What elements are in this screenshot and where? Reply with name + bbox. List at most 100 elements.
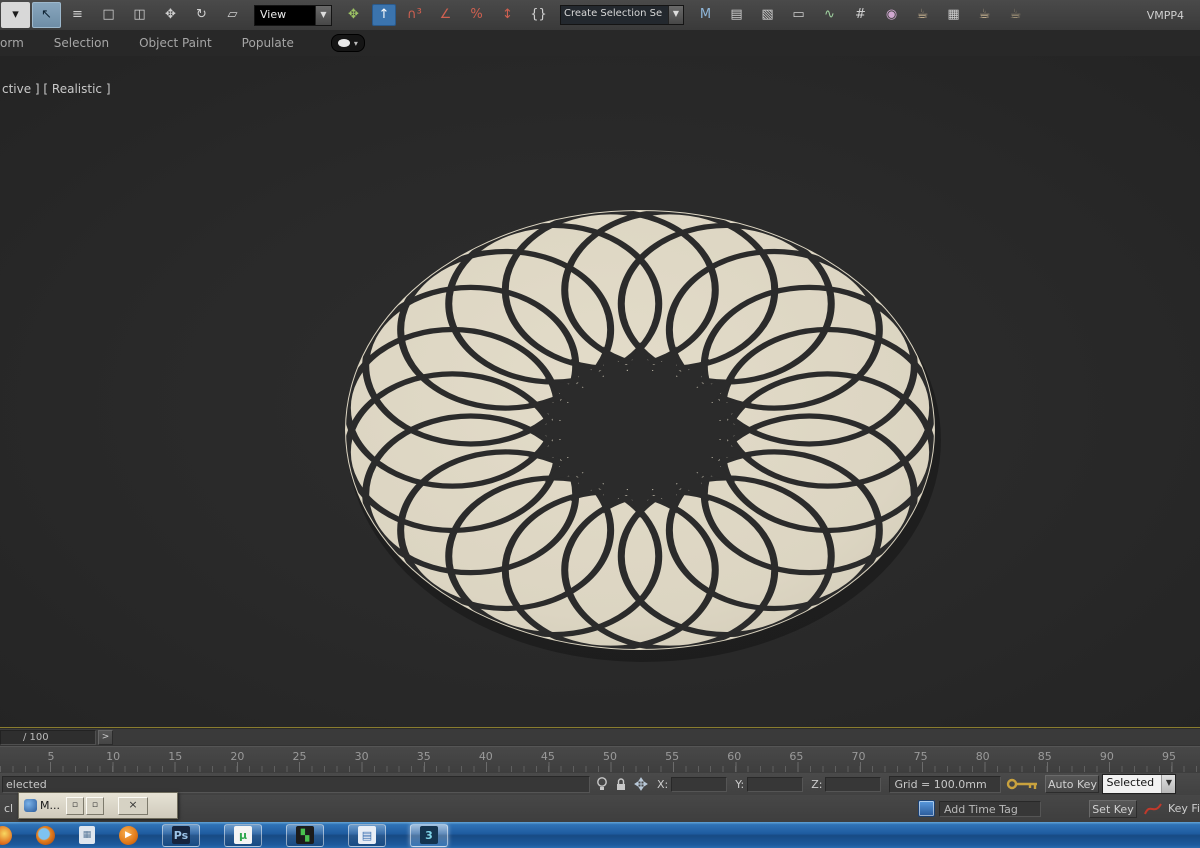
chevron-down-icon[interactable]: ▼ [315, 5, 331, 25]
time-slider-row: / 100 > [0, 729, 1200, 746]
next-frame-button[interactable]: > [98, 729, 113, 745]
isolate-selection-icon[interactable] [595, 776, 609, 792]
ruler-tick-label: 60 [727, 749, 742, 763]
window-crossing-icon[interactable]: ◫ [125, 2, 154, 28]
ruler-tick-label: 50 [603, 749, 618, 763]
select-object-icon[interactable]: ↖ [32, 2, 61, 28]
select-and-rotate-icon[interactable]: ↻ [187, 2, 216, 28]
render-setup-icon[interactable]: ☕ [908, 2, 937, 28]
ruler-tick-label: 20 [230, 749, 245, 763]
track-bar[interactable]: 5 10 15 20 25 30 35 40 45 50 55 60 65 70 75 80 85 90 95 [0, 746, 1200, 774]
mini-window[interactable]: M... ▫ ▫ × [18, 792, 178, 819]
main-toolbar: ▾ ↖ ≡ □ ◫ ✥ ↻ ▱ View ▼ ✥ ↑ ∩³ ∠% ↕{} Create Selecti… [0, 0, 1200, 31]
absolute-mode-icon[interactable] [633, 776, 649, 792]
render-production-icon[interactable]: ☕ [970, 2, 999, 28]
material-editor-icon[interactable]: ◉ [877, 2, 906, 28]
time-slider-track[interactable] [113, 729, 1200, 745]
rendered-frame-window-icon[interactable]: ▦ [939, 2, 968, 28]
ruler-tick-label: 5 [47, 749, 55, 763]
snaps-toggle-icon[interactable]: ∩³ [400, 2, 429, 28]
select-by-name-icon[interactable]: ≡ [63, 2, 92, 28]
key-filters-button[interactable]: Key Fi [1168, 802, 1200, 815]
toolbar-group-render: M ▤ ▧ ▭ ∿ # ◉ ☕ ▦ ☕ ☕ [690, 2, 1031, 28]
app-window: ▾ ↖ ≡ □ ◫ ✥ ↻ ▱ View ▼ ✥ ↑ ∩³ ∠% ↕{} Create Selecti… [0, 0, 1200, 848]
auto-key-button[interactable]: Auto Key [1045, 775, 1100, 793]
y-coordinate-label: Y: [735, 777, 745, 791]
graphite-toggle-icon[interactable]: ▭ [784, 2, 813, 28]
ruler-tick-label: 55 [665, 749, 680, 763]
windows-taskbar: ▦ ▶ Ps µ ▚ ▤ 3 [0, 822, 1200, 848]
viewport-label[interactable]: ctive ] [ Realistic ] [2, 82, 111, 96]
selection-region-icon[interactable]: □ [94, 2, 123, 28]
z-coordinate-label: Z: [811, 777, 823, 791]
ruler-tick-label: 10 [106, 749, 121, 763]
green-app-icon: ▚ [296, 826, 314, 844]
tab-object-paint[interactable]: Object Paint [124, 36, 227, 50]
viewport-canvas[interactable] [0, 56, 1200, 728]
z-coordinate-field[interactable] [825, 776, 882, 792]
y-coordinate-field[interactable] [747, 776, 804, 792]
set-key-button[interactable]: Set Key [1088, 799, 1137, 818]
ribbon-options-button[interactable]: ▾ [330, 34, 365, 52]
taskbar-item-3dsmax-app[interactable]: 3 [410, 823, 448, 847]
curve-editor-icon[interactable]: ∿ [815, 2, 844, 28]
utorrent-icon: µ [234, 826, 252, 844]
status-bar: elected X: Y: Z: Grid = 100.0mm Auto Key… [0, 773, 1200, 795]
taskbar-item-calculator[interactable]: ▦ [79, 826, 95, 844]
mirror-icon[interactable]: M [691, 2, 720, 28]
time-tag-icon[interactable] [917, 800, 935, 817]
taskbar-item-edge-app[interactable] [0, 825, 12, 845]
keyboard-app-icon: ▤ [358, 826, 376, 844]
ruler-tick-label: 95 [1162, 749, 1177, 763]
key-icon [1006, 776, 1040, 792]
schematic-view-icon[interactable]: # [846, 2, 875, 28]
tab-selection[interactable]: Selection [39, 36, 124, 50]
set-key-mode-icon[interactable] [1142, 800, 1164, 818]
taskbar-item-photoshop[interactable]: Ps [162, 823, 200, 847]
ribbon-logo-icon [337, 39, 350, 47]
percent-snap-icon[interactable]: % [462, 2, 491, 28]
flyout-partial-icon[interactable]: ▾ [1, 2, 30, 28]
angle-snap-icon[interactable]: ∠ [431, 2, 460, 28]
ruler-tick-label: 35 [416, 749, 431, 763]
layer-manager-icon[interactable]: ▧ [753, 2, 782, 28]
ruler-tick-label: 70 [851, 749, 866, 763]
render-iterative-icon[interactable]: ☕ [1001, 2, 1030, 28]
ruler-tick-label: 65 [789, 749, 804, 763]
edit-named-selection-sets-icon[interactable]: {} [524, 2, 553, 28]
taskbar-item-firefox[interactable] [36, 825, 55, 845]
select-and-manipulate-icon[interactable]: ✥ [339, 2, 368, 28]
chevron-down-icon[interactable]: ▼ [1161, 775, 1176, 793]
toolbar-group-select: ▾ ↖ ≡ □ ◫ ✥ ↻ ▱ [0, 2, 248, 28]
perspective-viewport[interactable]: ctive ] [ Realistic ] [0, 56, 1200, 728]
select-and-move-icon[interactable]: ✥ [156, 2, 185, 28]
reference-coordinate-dropdown[interactable]: View ▼ [254, 4, 332, 26]
chevron-down-icon[interactable]: ▼ [668, 6, 683, 24]
taskbar-item-keyboard-app[interactable]: ▤ [348, 823, 386, 847]
selection-set-combo[interactable]: Create Selection Se ▼ [560, 5, 684, 25]
add-time-tag-field[interactable]: Add Time Tag [938, 800, 1041, 817]
mini-window-app-icon [24, 799, 37, 812]
status-prompt-field: elected [2, 775, 590, 793]
taskbar-item-media-player[interactable]: ▶ [119, 825, 138, 845]
restore-button[interactable]: ▫ [65, 796, 84, 815]
taskbar-item-green-app[interactable]: ▚ [286, 823, 324, 847]
mini-window-title: M... [40, 799, 60, 812]
keyboard-shortcut-override-icon[interactable]: ↑ [372, 4, 396, 26]
spinner-snap-icon[interactable]: ↕ [493, 2, 522, 28]
tab-freeform[interactable]: orm [0, 36, 39, 50]
selection-lock-icon[interactable] [614, 776, 628, 792]
current-frame-field[interactable]: / 100 [0, 729, 96, 745]
torus-pattern-object[interactable] [345, 210, 941, 662]
align-icon[interactable]: ▤ [722, 2, 751, 28]
key-selection-dropdown[interactable]: Selected ▼ [1102, 774, 1177, 794]
toolbar-group-snaps: ✥ ↑ ∩³ ∠% ↕{} [338, 2, 554, 28]
close-button[interactable]: × [117, 796, 148, 815]
tab-populate[interactable]: Populate [227, 36, 309, 50]
maximize-button[interactable]: ▫ [85, 796, 104, 815]
ruler-tick-label: 25 [292, 749, 307, 763]
x-coordinate-field[interactable] [671, 776, 728, 792]
ruler-tick-label: 45 [540, 749, 555, 763]
select-and-scale-icon[interactable]: ▱ [218, 2, 247, 28]
taskbar-item-utorrent[interactable]: µ [224, 823, 262, 847]
